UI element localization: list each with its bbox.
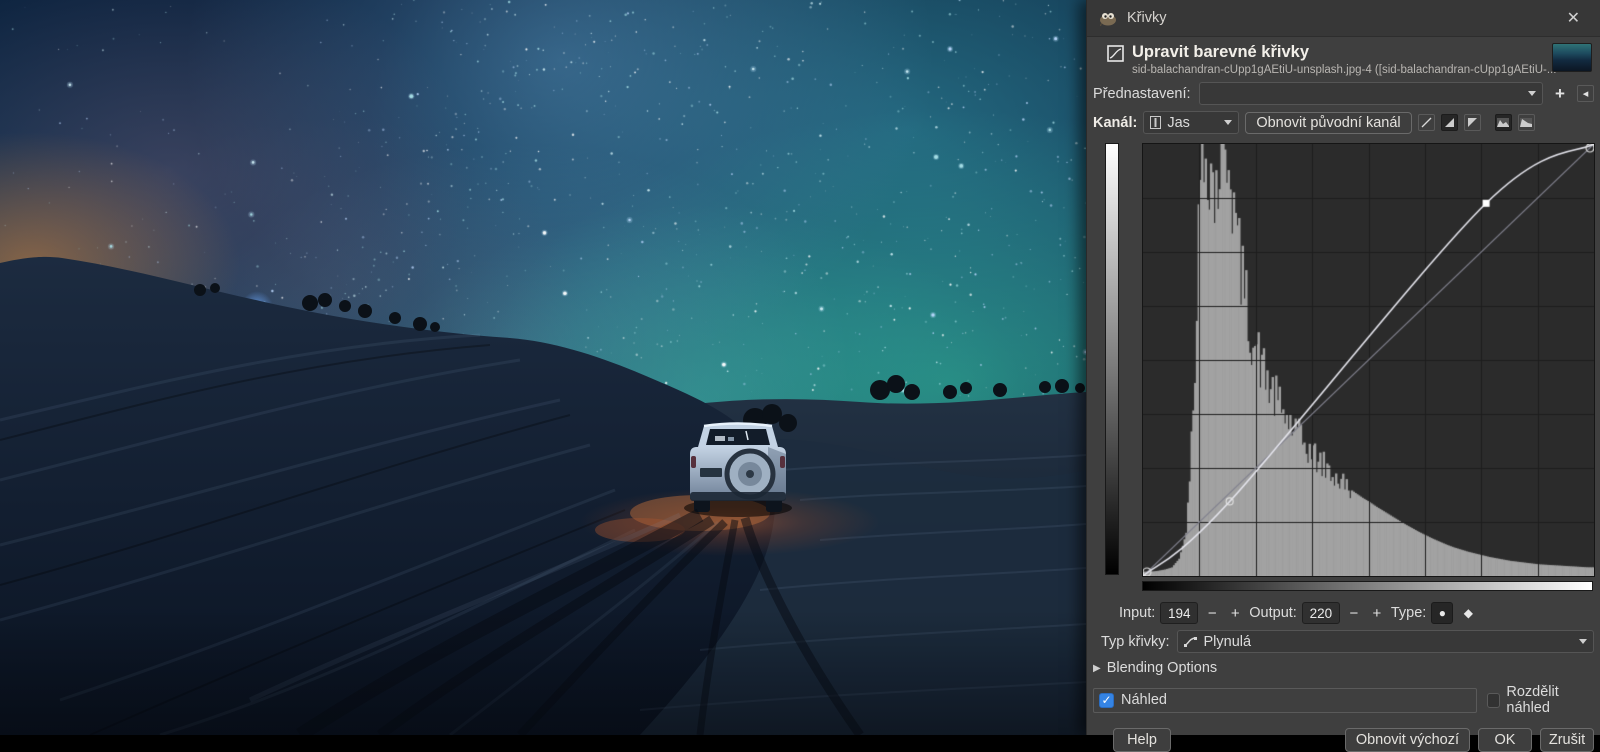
smooth-curve-glyph-icon xyxy=(1184,636,1197,647)
image-canvas[interactable] xyxy=(0,0,1086,735)
output-label: Output: xyxy=(1249,605,1297,621)
freehand-curve-icon[interactable] xyxy=(1464,114,1481,131)
curves-dialog: Křivky ✕ Upravit barevné křivky sid-bala… xyxy=(1086,0,1600,735)
preview-label: Náhled xyxy=(1121,692,1167,708)
curve-type-label: Typ křivky: xyxy=(1101,634,1169,650)
cancel-button[interactable]: Zrušit xyxy=(1540,728,1594,752)
gimp-wilber-icon xyxy=(1099,10,1117,26)
chevron-down-icon xyxy=(1579,639,1587,644)
channel-combo[interactable]: Jas xyxy=(1143,111,1239,134)
linear-curve-icon[interactable] xyxy=(1418,114,1435,131)
preview-checkbox[interactable]: ✓ xyxy=(1099,693,1114,708)
reset-defaults-button[interactable]: Obnovit výchozí xyxy=(1345,728,1470,752)
titlebar[interactable]: Křivky ✕ xyxy=(1087,0,1600,37)
curves-tool-icon xyxy=(1107,45,1124,62)
split-view-checkbox[interactable] xyxy=(1487,693,1500,708)
dialog-heading: Upravit barevné křivky xyxy=(1132,42,1556,62)
help-button[interactable]: Help xyxy=(1113,728,1171,752)
preview-frame: ✓ Náhled xyxy=(1093,688,1477,713)
blending-options-expander[interactable]: ▶ Blending Options xyxy=(1087,656,1600,680)
curve-plot-area xyxy=(1087,137,1600,607)
blending-options-label: Blending Options xyxy=(1107,660,1217,676)
input-gradient-strip xyxy=(1142,581,1593,591)
window-title: Křivky xyxy=(1127,10,1166,26)
chevron-down-icon xyxy=(1224,120,1232,125)
curve-type-value: Plynulá xyxy=(1203,634,1573,650)
dialog-header: Upravit barevné křivky sid-balachandran-… xyxy=(1087,37,1600,78)
reset-channel-button[interactable]: Obnovit původní kanál xyxy=(1245,112,1411,134)
split-view-label: Rozdělit náhled xyxy=(1506,684,1594,716)
point-type-label: Type: xyxy=(1391,605,1426,621)
curve-type-combo[interactable]: Plynulá xyxy=(1177,630,1594,653)
desert-terrain xyxy=(0,0,1086,735)
image-thumbnail xyxy=(1552,43,1592,72)
ok-button[interactable]: OK xyxy=(1478,728,1532,752)
input-label: Input: xyxy=(1119,605,1155,621)
channel-value: Jas xyxy=(1167,115,1218,131)
curve-canvas[interactable] xyxy=(1142,143,1595,577)
log-histogram-icon[interactable] xyxy=(1518,114,1535,131)
image-filename: sid-balachandran-cUpp1gAEtiU-unsplash.jp… xyxy=(1132,64,1556,76)
output-gradient-strip xyxy=(1105,143,1119,575)
luminance-channel-icon xyxy=(1150,116,1161,129)
preset-menu-button[interactable]: ◂ xyxy=(1577,85,1594,102)
presets-combo[interactable] xyxy=(1199,82,1543,105)
smooth-curve-icon[interactable] xyxy=(1441,114,1458,131)
add-preset-button[interactable]: + xyxy=(1551,85,1569,103)
channel-label: Kanál: xyxy=(1093,115,1137,131)
expander-arrow-icon: ▶ xyxy=(1093,663,1101,674)
presets-label: Přednastavení: xyxy=(1093,86,1191,102)
chevron-down-icon xyxy=(1528,91,1536,96)
linear-histogram-icon[interactable] xyxy=(1495,114,1512,131)
close-button[interactable]: ✕ xyxy=(1559,6,1588,30)
